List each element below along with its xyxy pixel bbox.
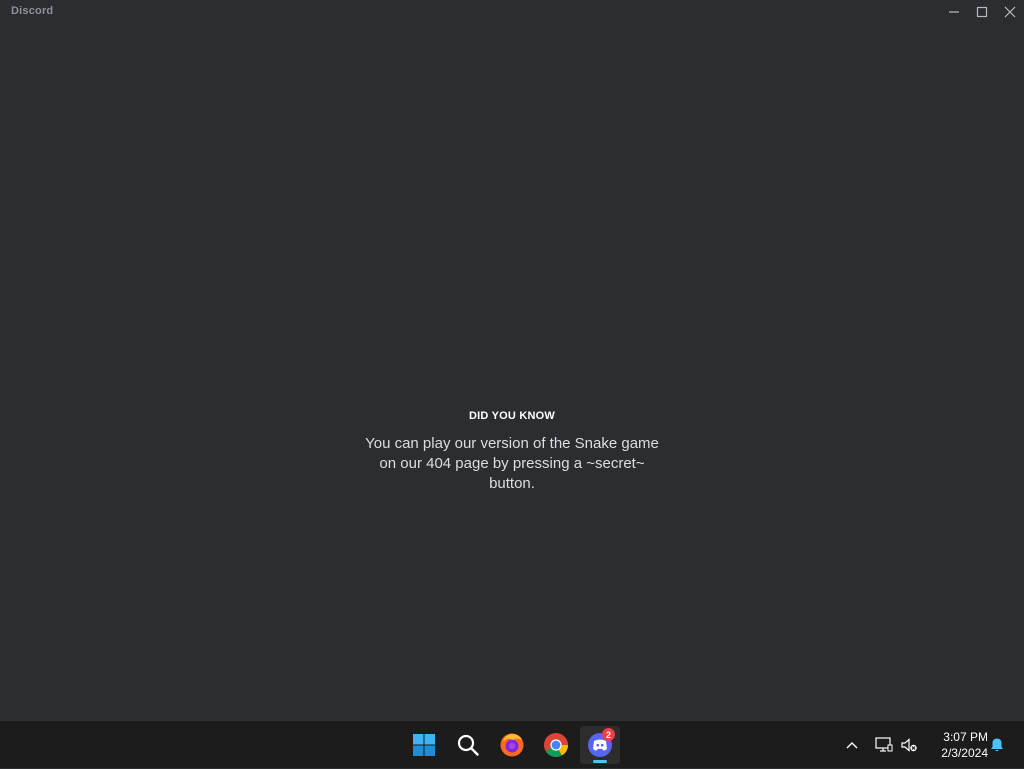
bell-icon (991, 738, 1003, 752)
chevron-up-icon (846, 742, 858, 749)
app-title: Discord (11, 5, 54, 17)
show-hidden-icons-button[interactable] (840, 721, 864, 769)
volume-button[interactable] (897, 721, 921, 769)
search-button[interactable] (448, 726, 488, 764)
discord-taskbar-button[interactable]: 2 (580, 726, 620, 764)
windows-start-icon (413, 734, 435, 756)
network-button[interactable] (872, 721, 896, 769)
close-icon (1004, 6, 1016, 18)
clock-time: 3:07 PM (943, 730, 988, 744)
maximize-icon (976, 6, 988, 18)
minimize-button[interactable] (940, 0, 968, 24)
tip-heading: DID YOU KNOW (469, 410, 555, 422)
active-indicator (593, 760, 607, 763)
discord-window: Discord DID YOU KNOW You can play our ve… (0, 0, 1024, 720)
taskbar: 2 3:07 PM 2/3/2024 (0, 720, 1024, 768)
chrome-taskbar-button[interactable] (536, 726, 576, 764)
clock[interactable]: 3:07 PM 2/3/2024 (926, 729, 988, 761)
volume-muted-icon (901, 738, 917, 752)
maximize-button[interactable] (968, 0, 996, 24)
tip-body: You can play our version of the Snake ga… (365, 435, 659, 492)
loading-tip: DID YOU KNOW You can play our version of… (312, 410, 712, 494)
network-icon (875, 737, 893, 752)
notifications-button[interactable] (986, 721, 1008, 769)
firefox-icon (500, 733, 524, 757)
search-icon (457, 734, 479, 756)
firefox-taskbar-button[interactable] (492, 726, 532, 764)
notification-badge: 2 (602, 728, 615, 741)
minimize-icon (949, 11, 959, 13)
close-button[interactable] (996, 0, 1024, 24)
chrome-icon (544, 733, 568, 758)
title-bar[interactable]: Discord (0, 0, 1024, 24)
clock-date: 2/3/2024 (941, 746, 988, 760)
start-button[interactable] (404, 726, 444, 764)
